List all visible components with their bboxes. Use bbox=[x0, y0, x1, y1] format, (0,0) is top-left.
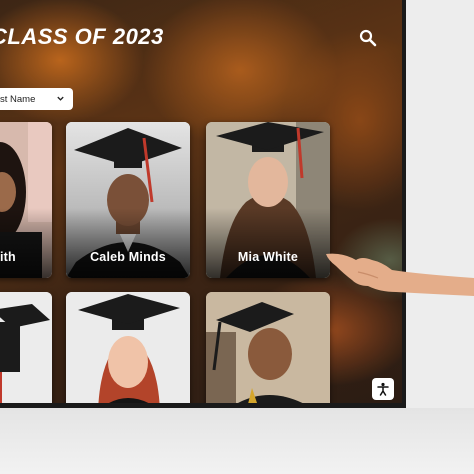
graduate-card[interactable] bbox=[0, 292, 52, 403]
graduate-name: Mia White bbox=[237, 250, 299, 264]
sort-dropdown-value: st Name bbox=[0, 93, 36, 105]
title-area: CLASS OF 2023 bbox=[0, 0, 200, 60]
accessibility-button[interactable] bbox=[372, 378, 394, 400]
page-title: CLASS OF 2023 bbox=[0, 24, 164, 50]
wall bbox=[0, 408, 474, 474]
card-gradient bbox=[66, 208, 190, 278]
graduate-card[interactable]: Caleb Minds bbox=[66, 122, 190, 278]
graduate-card[interactable]: Mia White bbox=[206, 122, 330, 278]
graduate-name: ith bbox=[0, 250, 16, 264]
accessibility-icon bbox=[377, 382, 389, 396]
graduate-card[interactable] bbox=[206, 292, 330, 403]
search-icon bbox=[359, 29, 377, 47]
graduate-card[interactable]: ith bbox=[0, 122, 52, 278]
card-gradient bbox=[206, 208, 330, 278]
graduate-photo bbox=[66, 292, 190, 403]
search-button[interactable] bbox=[358, 28, 378, 48]
graduate-photo bbox=[0, 292, 52, 403]
graduate-photo bbox=[206, 292, 330, 403]
sort-dropdown[interactable]: st Name bbox=[0, 88, 73, 110]
page-title-text: CLASS OF 2023 bbox=[0, 24, 164, 49]
graduate-card[interactable] bbox=[66, 292, 190, 403]
card-gradient bbox=[0, 208, 52, 278]
kiosk-screen: CLASS OF 2023 st Name ith Caleb Minds Mi… bbox=[0, 0, 406, 408]
pointing-hand bbox=[326, 253, 474, 296]
graduate-name: Caleb Minds bbox=[90, 250, 166, 264]
background-photo bbox=[0, 0, 402, 403]
chevron-down-icon bbox=[57, 96, 64, 101]
